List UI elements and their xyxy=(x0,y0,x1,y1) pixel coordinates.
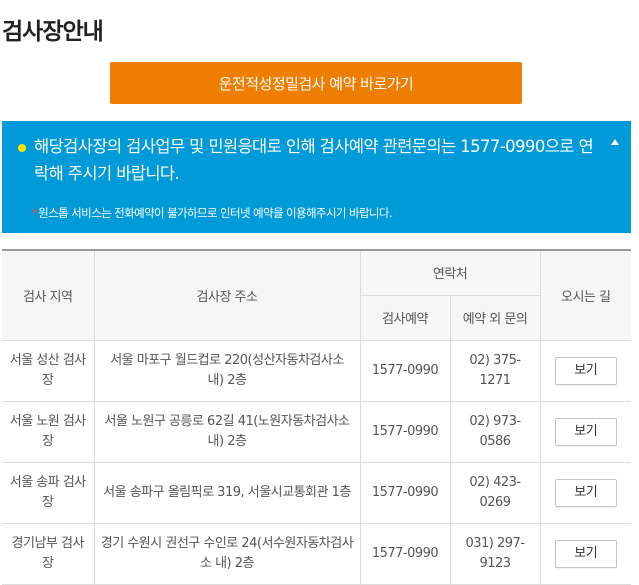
cell-reserve-phone: 1577-0990 xyxy=(359,461,451,524)
cell-address: 서울 노원구 공릉로 62길 41(노원자동차검사소 내) 2층 xyxy=(93,400,361,463)
cell-region: 서울 송파 검사장 xyxy=(2,461,95,524)
cell-directions: 보기 xyxy=(539,339,632,402)
cell-region: 경기남부 검사장 xyxy=(2,522,95,585)
header-address: 검사장 주소 xyxy=(93,249,361,341)
cell-address: 경기 수원시 권선구 수인로 24(서수원자동차검사소 내) 2층 xyxy=(93,522,361,585)
cell-region: 서울 성산 검사장 xyxy=(2,339,95,402)
table-row: 서울 송파 검사장 서울 송파구 올림픽로 319, 서울시교통회관 1층 15… xyxy=(2,461,632,524)
view-directions-button[interactable]: 보기 xyxy=(554,539,617,568)
cell-address: 서울 송파구 올림픽로 319, 서울시교통회관 1층 xyxy=(93,461,361,524)
header-directions: 오시는 길 xyxy=(539,249,632,341)
cell-other-phone: 031) 297-9123 xyxy=(449,522,541,585)
header-contact-reserve: 검사예약 xyxy=(360,294,451,341)
cell-directions: 보기 xyxy=(539,400,632,463)
table-row: 서울 노원 검사장 서울 노원구 공릉로 62길 41(노원자동차검사소 내) … xyxy=(2,400,632,463)
cell-directions: 보기 xyxy=(539,522,632,585)
view-directions-button[interactable]: 보기 xyxy=(554,417,617,446)
bullet-dot-icon xyxy=(18,144,26,152)
reserve-aptitude-test-button[interactable]: 운전적성정밀검사 예약 바로가기 xyxy=(110,62,522,104)
view-directions-button[interactable]: 보기 xyxy=(554,356,617,385)
page-title: 검사장안내 xyxy=(2,19,104,45)
inspection-center-table: 검사 지역 검사장 주소 연락처 오시는 길 검사예약 예약 외 문의 서울 성… xyxy=(2,249,632,585)
header-region: 검사 지역 xyxy=(2,249,95,341)
asterisk-marker: * xyxy=(32,206,38,220)
notice-main-text: 해당검사장의 검사업무 및 민원응대로 인해 검사예약 관련문의는 1577-0… xyxy=(34,137,594,183)
notice-sub-label: 원스톱 서비스는 전화예약이 불가하므로 인터넷 예약을 이용해주시기 바랍니다… xyxy=(38,206,392,220)
cell-other-phone: 02) 423-0269 xyxy=(449,461,541,524)
cell-reserve-phone: 1577-0990 xyxy=(359,339,451,402)
cell-other-phone: 02) 973-0586 xyxy=(449,400,541,463)
header-contact: 연락처 xyxy=(359,249,541,296)
header-contact-other: 예약 외 문의 xyxy=(449,294,541,341)
table-row: 경기남부 검사장 경기 수원시 권선구 수인로 24(서수원자동차검사소 내) … xyxy=(2,522,632,585)
collapse-up-icon[interactable] xyxy=(611,139,619,145)
view-directions-button[interactable]: 보기 xyxy=(554,478,617,507)
cell-reserve-phone: 1577-0990 xyxy=(359,400,451,463)
notice-sub-text: *원스톱 서비스는 전화예약이 불가하므로 인터넷 예약을 이용해주시기 바랍니… xyxy=(32,205,393,221)
table-row: 서울 성산 검사장 서울 마포구 월드컵로 220(성산자동차검사소 내) 2층… xyxy=(2,339,632,402)
notice-banner: 해당검사장의 검사업무 및 민원응대로 인해 검사예약 관련문의는 1577-0… xyxy=(2,121,631,233)
cell-reserve-phone: 1577-0990 xyxy=(359,522,451,585)
cell-region: 서울 노원 검사장 xyxy=(2,400,95,463)
cell-directions: 보기 xyxy=(539,461,632,524)
cell-other-phone: 02) 375-1271 xyxy=(449,339,541,402)
cell-address: 서울 마포구 월드컵로 220(성산자동차검사소 내) 2층 xyxy=(93,339,361,402)
